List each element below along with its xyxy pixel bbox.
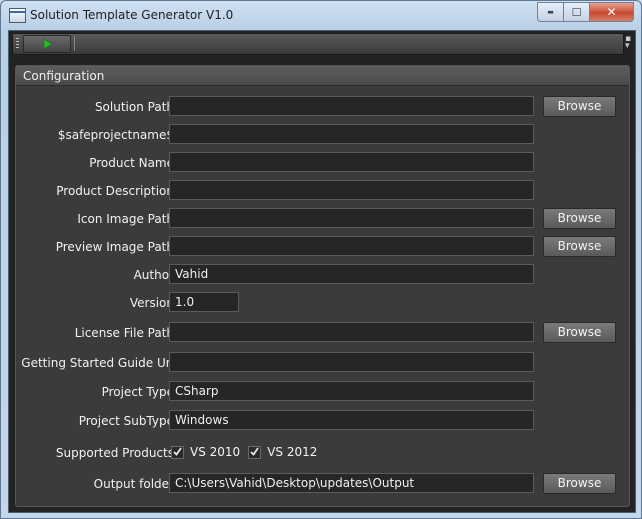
safeprojectname-label: $safeprojectname$ bbox=[57, 128, 174, 142]
supported-products-options: VS 2010 VS 2012 bbox=[171, 445, 325, 459]
safeprojectname-input[interactable] bbox=[169, 124, 534, 144]
supported-products-row: Supported Products VS 2010 VS 2012 bbox=[16, 442, 629, 464]
output-folder-browse-button[interactable]: Browse bbox=[543, 473, 616, 494]
solution-path-label: Solution Path bbox=[94, 100, 174, 114]
preview-image-path-input[interactable] bbox=[169, 236, 534, 256]
icon-image-path-label: Icon Image Path bbox=[77, 212, 174, 226]
project-subtype-input[interactable]: Windows bbox=[169, 410, 534, 430]
solution-path-browse-button[interactable]: Browse bbox=[543, 96, 616, 117]
output-folder-label: Output folder bbox=[93, 477, 174, 491]
app-icon[interactable] bbox=[9, 8, 26, 23]
minimize-button[interactable]: ▬ bbox=[537, 2, 563, 22]
icon-image-path-browse-button[interactable]: Browse bbox=[543, 208, 616, 229]
solution-path-row: Solution Path Browse bbox=[16, 96, 629, 118]
client-area: ▪ ▾ Configuration Solution Path Browse $s… bbox=[8, 30, 636, 513]
configuration-title: Configuration bbox=[23, 69, 105, 83]
vs2010-label[interactable]: VS 2010 bbox=[190, 445, 240, 459]
minimize-icon: ▬ bbox=[547, 8, 554, 16]
preview-image-path-browse-button[interactable]: Browse bbox=[543, 236, 616, 257]
getting-started-url-input[interactable] bbox=[169, 352, 534, 372]
close-icon: ✕ bbox=[606, 5, 617, 19]
project-type-label: Project Type bbox=[101, 385, 174, 399]
getting-started-url-row: Getting Started Guide Url bbox=[16, 352, 629, 374]
solution-path-input[interactable] bbox=[169, 96, 534, 116]
title-bar[interactable]: Solution Template Generator V1.0 ▬ ☐ ✕ bbox=[1, 1, 641, 31]
toolbar bbox=[12, 33, 624, 55]
toolbar-grip-icon[interactable] bbox=[16, 38, 19, 50]
window-title: Solution Template Generator V1.0 bbox=[30, 8, 234, 22]
product-description-row: Product Description bbox=[16, 180, 629, 202]
icon-image-path-input[interactable] bbox=[169, 208, 534, 228]
configuration-header: Configuration bbox=[16, 66, 629, 86]
checkmark-icon bbox=[250, 446, 259, 456]
preview-image-path-row: Preview Image Path Browse bbox=[16, 236, 629, 258]
product-description-input[interactable] bbox=[169, 180, 534, 200]
project-type-row: Project Type CSharp bbox=[16, 381, 629, 403]
author-row: Author Vahid bbox=[16, 264, 629, 286]
output-folder-input[interactable]: C:\Users\Vahid\Desktop\updates\Output bbox=[169, 473, 534, 493]
product-name-input[interactable] bbox=[169, 152, 534, 172]
version-input[interactable]: 1.0 bbox=[169, 292, 239, 312]
toolbar-overflow-icon[interactable]: ▪ ▾ bbox=[625, 35, 633, 51]
getting-started-url-label: Getting Started Guide Url bbox=[21, 356, 174, 370]
preview-image-path-label: Preview Image Path bbox=[55, 240, 174, 254]
vs2012-label[interactable]: VS 2012 bbox=[267, 445, 317, 459]
output-folder-row: Output folder C:\Users\Vahid\Desktop\upd… bbox=[16, 473, 629, 495]
license-file-path-row: License File Path Browse bbox=[16, 322, 629, 344]
run-button[interactable] bbox=[23, 35, 71, 53]
author-label: Author bbox=[133, 268, 174, 282]
version-label: Version bbox=[129, 296, 174, 310]
license-file-path-browse-button[interactable]: Browse bbox=[543, 322, 616, 343]
icon-image-path-row: Icon Image Path Browse bbox=[16, 208, 629, 230]
project-subtype-label: Project SubType bbox=[78, 414, 174, 428]
app-window: Solution Template Generator V1.0 ▬ ☐ ✕ ▪… bbox=[0, 0, 642, 519]
license-file-path-label: License File Path bbox=[74, 326, 174, 340]
configuration-group: Configuration Solution Path Browse $safe… bbox=[15, 65, 630, 507]
product-description-label: Product Description bbox=[56, 184, 174, 198]
play-icon bbox=[43, 38, 53, 50]
caption-buttons: ▬ ☐ ✕ bbox=[537, 2, 634, 22]
project-subtype-row: Project SubType Windows bbox=[16, 410, 629, 432]
version-row: Version 1.0 bbox=[16, 292, 629, 314]
supported-products-label: Supported Products bbox=[55, 446, 174, 460]
author-input[interactable]: Vahid bbox=[169, 264, 534, 284]
close-button[interactable]: ✕ bbox=[589, 2, 634, 22]
checkmark-icon bbox=[173, 446, 182, 456]
safeprojectname-row: $safeprojectname$ bbox=[16, 124, 629, 146]
maximize-button[interactable]: ☐ bbox=[563, 2, 589, 22]
vs2012-checkbox[interactable] bbox=[248, 445, 262, 459]
license-file-path-input[interactable] bbox=[169, 322, 534, 342]
vs2010-checkbox[interactable] bbox=[171, 445, 184, 459]
project-type-input[interactable]: CSharp bbox=[169, 381, 534, 401]
product-name-label: Product Name bbox=[89, 156, 174, 170]
maximize-icon: ☐ bbox=[571, 5, 582, 19]
product-name-row: Product Name bbox=[16, 152, 629, 174]
toolbar-separator bbox=[74, 36, 75, 51]
